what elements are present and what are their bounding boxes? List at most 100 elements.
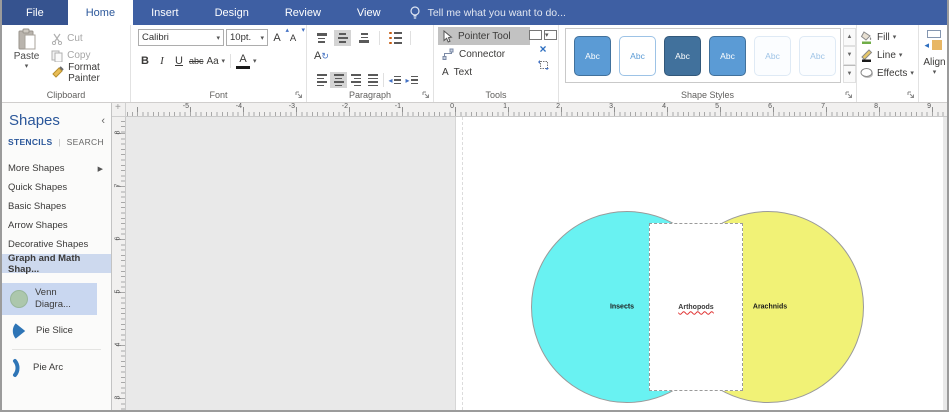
pie-arc-shape-icon: [10, 358, 26, 378]
right-circle-label: Arachnids: [752, 303, 788, 311]
connector-icon: [442, 48, 454, 60]
shape-style-option-1[interactable]: Abc: [574, 36, 611, 76]
tab-home[interactable]: Home: [67, 0, 134, 25]
tab-view[interactable]: View: [339, 0, 399, 25]
shape-style-option-2[interactable]: Abc: [619, 36, 656, 76]
group-paragraph: A ↻ ◂ ▸ Paragraph: [307, 25, 434, 102]
pointer-tool-button[interactable]: Pointer Tool: [438, 27, 530, 45]
text-tool-button[interactable]: A Text: [438, 63, 530, 81]
connection-point-button[interactable]: ×: [539, 43, 546, 55]
drawing-view[interactable]: Arthopods Insects Arachnids: [126, 117, 947, 410]
line-icon: [860, 48, 874, 62]
overlap-label: Arthopods: [678, 303, 714, 311]
format-painter-button[interactable]: Format Painter: [49, 61, 130, 84]
sidebar-item-arrow-shapes[interactable]: Arrow Shapes: [2, 216, 111, 235]
text-tool-icon: A: [442, 66, 449, 78]
effects-button[interactable]: Effects ▾: [860, 64, 918, 82]
fill-button[interactable]: Fill ▾: [860, 28, 918, 46]
gallery-scroll-down-button[interactable]: ▼: [843, 46, 856, 65]
bullets-button[interactable]: [387, 30, 404, 46]
change-case-button[interactable]: Aa ▾: [207, 53, 226, 69]
tab-search[interactable]: SEARCH: [67, 137, 104, 147]
font-size-combo[interactable]: 10pt. ▾: [226, 29, 268, 46]
h-ruler-label: 7: [821, 103, 825, 110]
justify-button[interactable]: [364, 72, 381, 88]
gallery-scroll-up-button[interactable]: ▲: [843, 28, 856, 47]
align-center-button[interactable]: [330, 72, 347, 88]
increase-indent-button[interactable]: ▸: [403, 72, 420, 88]
stencil-shape-pie-arc[interactable]: Pie Arc: [2, 354, 97, 382]
font-size-dropdown-icon: ▾: [260, 34, 264, 42]
sidebar-item-quick-shapes[interactable]: Quick Shapes: [2, 178, 111, 197]
ribbon-tab-bar: File Home Insert Design Review View Tell…: [2, 0, 947, 25]
effects-icon: [860, 66, 874, 80]
font-group-label: Font: [209, 90, 228, 100]
paragraph-dialog-launcher[interactable]: [422, 91, 430, 99]
sidebar-item-basic-shapes[interactable]: Basic Shapes: [2, 197, 111, 216]
align-top-button[interactable]: [313, 30, 330, 46]
tab-design[interactable]: Design: [197, 0, 267, 25]
align-dropdown-icon: ▾: [932, 69, 937, 76]
lightbulb-icon: [409, 5, 421, 20]
align-middle-button[interactable]: [334, 30, 352, 46]
format-painter-label: Format Painter: [68, 61, 100, 84]
tell-me-label: Tell me what you want to do...: [427, 6, 566, 19]
h-ruler-label: 3: [609, 103, 613, 110]
gallery-more-button[interactable]: ▼: [843, 64, 856, 83]
cut-button[interactable]: Cut: [49, 30, 130, 47]
shape-style-option-5[interactable]: Abc: [754, 36, 791, 76]
fill-icon: [860, 30, 874, 44]
align-bottom-button[interactable]: [356, 30, 373, 46]
sidebar-item-decorative-shapes[interactable]: Decorative Shapes: [2, 235, 111, 254]
line-button[interactable]: Line ▾: [860, 46, 918, 64]
text-block-button[interactable]: [537, 58, 550, 71]
v-ruler-label: 8: [114, 130, 122, 135]
underline-button[interactable]: U: [172, 53, 186, 69]
italic-button[interactable]: I: [155, 53, 169, 69]
rectangle-tool-button[interactable]: ▾: [529, 30, 557, 40]
grow-font-button[interactable]: A ▴: [270, 27, 289, 46]
v-ruler-label: 7: [114, 183, 122, 188]
connector-label: Connector: [459, 48, 506, 60]
change-case-dropdown-icon: ▾: [221, 58, 226, 65]
tab-review[interactable]: Review: [267, 0, 339, 25]
stencil-shape-venn-diagram[interactable]: Venn Diagra...: [2, 283, 97, 315]
vertical-ruler[interactable]: 8 7 6 5 4 3: [112, 117, 126, 410]
shape-style-option-6[interactable]: Abc: [799, 36, 836, 76]
font-color-button[interactable]: A: [236, 53, 251, 69]
connector-button[interactable]: Connector: [438, 45, 530, 63]
shape-styles-dialog-launcher[interactable]: [845, 91, 853, 99]
align-right-button[interactable]: [347, 72, 364, 88]
fill-dropdown-icon: ▾: [892, 34, 897, 41]
horizontal-ruler[interactable]: -5 -4 -3 -2 -1 0 1 2 3 4 5 6 7 8 9: [126, 103, 947, 117]
tab-stencils[interactable]: STENCILS: [8, 137, 52, 147]
sidebar-item-graph-math-shapes[interactable]: Graph and Math Shap...: [2, 253, 111, 275]
stencil-separator: [12, 348, 101, 350]
bold-button[interactable]: B: [138, 53, 152, 69]
tell-me-box[interactable]: Tell me what you want to do...: [409, 0, 566, 25]
shrink-font-button[interactable]: A ▾: [286, 27, 305, 46]
font-name-combo[interactable]: Calibri ▾: [138, 29, 224, 46]
tab-insert[interactable]: Insert: [133, 0, 197, 25]
strikethrough-button[interactable]: abc: [189, 53, 204, 69]
styling-dialog-launcher[interactable]: [907, 91, 915, 99]
shape-style-option-3[interactable]: Abc: [664, 36, 701, 76]
h-ruler-label: 5: [715, 103, 719, 110]
venn-overlap-textbox[interactable]: Arthopods: [649, 223, 743, 391]
sidebar-item-more-shapes[interactable]: More Shapes ▶: [2, 159, 111, 178]
cut-icon: [51, 33, 63, 45]
stencil-shape-pie-slice[interactable]: Pie Slice: [2, 317, 97, 345]
align-button[interactable]: Align: [923, 57, 945, 68]
rectangle-icon: [529, 30, 542, 40]
line-dropdown-icon: ▾: [898, 52, 903, 59]
text-direction-button[interactable]: A ↻: [313, 48, 330, 64]
collapse-panel-icon[interactable]: ‹: [101, 115, 105, 127]
align-left-button[interactable]: [313, 72, 330, 88]
shape-style-option-4[interactable]: Abc: [709, 36, 746, 76]
fill-label: Fill: [877, 31, 890, 43]
font-color-dropdown-icon[interactable]: ▾: [253, 57, 257, 65]
decrease-indent-button[interactable]: ◂: [386, 72, 403, 88]
font-dialog-launcher[interactable]: [295, 91, 303, 99]
tab-file[interactable]: File: [2, 0, 68, 25]
group-shape-styles: Abc Abc Abc Abc Abc Abc ▲ ▼ ▼ Shape Styles: [559, 25, 857, 102]
